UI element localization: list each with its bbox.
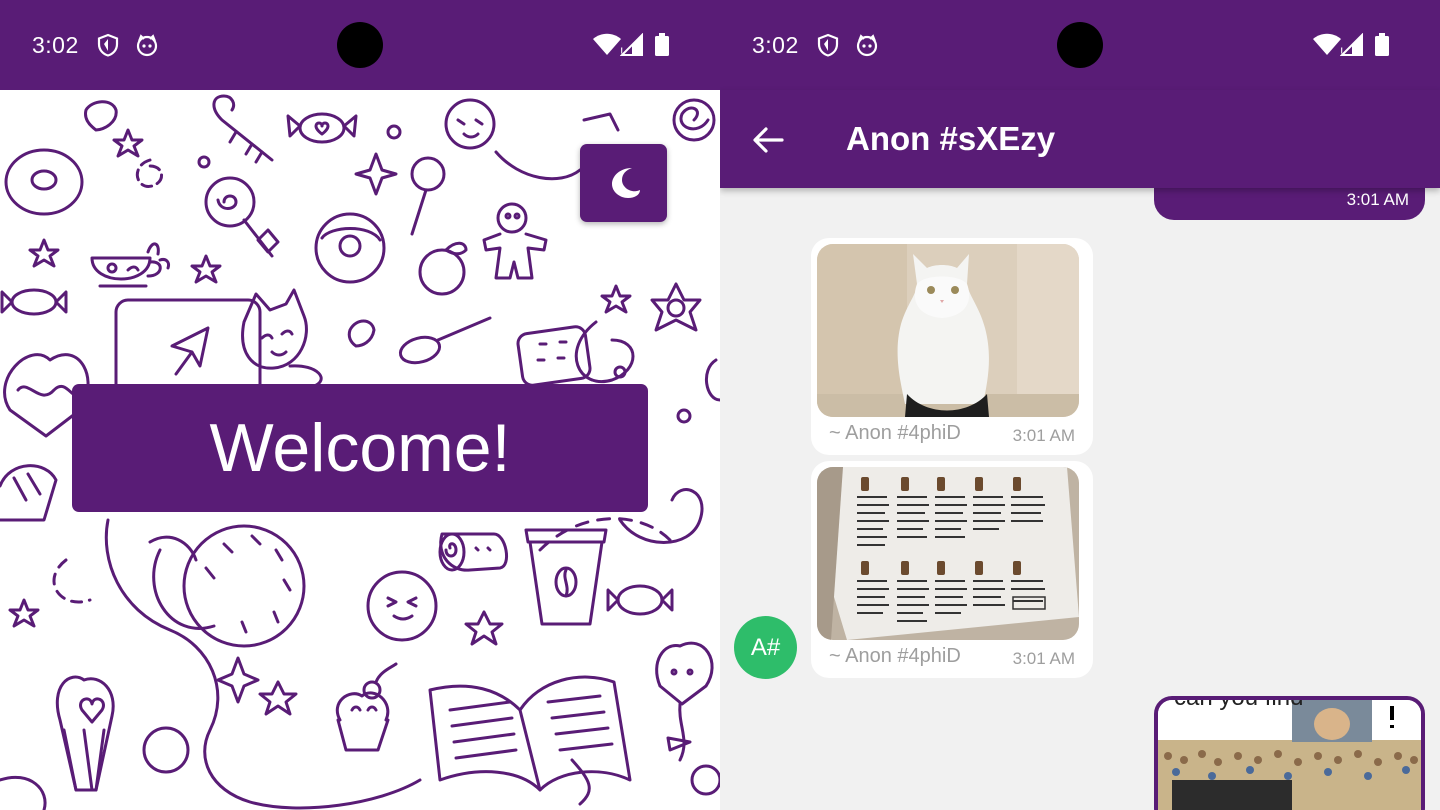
status-time: 3:02: [752, 32, 799, 58]
status-time: 3:02: [32, 32, 79, 58]
svg-text:!: !: [1340, 45, 1343, 57]
signal-icon: !: [620, 33, 643, 57]
shield-icon: [817, 33, 839, 57]
camera-cutout: [337, 22, 383, 68]
message-time: 3:01 AM: [1012, 649, 1075, 668]
meme-image[interactable]: [1158, 700, 1421, 810]
welcome-screen: 3:02 ! Welcome!: [0, 0, 720, 810]
chat-screen: 3:02 ! Anon #sXEzy 3:01 AM ~ Anon #4phiD…: [720, 0, 1440, 810]
theme-toggle-button[interactable]: [580, 144, 667, 222]
battery-icon: [655, 33, 669, 56]
cat-icon: [856, 34, 878, 57]
shield-icon: [97, 33, 119, 57]
message-time: 3:01 AM: [1012, 426, 1075, 445]
incoming-image-message[interactable]: ~ Anon #4phiD 3:01 AM: [811, 238, 1093, 455]
arrow-back-icon: [753, 127, 784, 153]
battery-icon: [1375, 33, 1389, 56]
signal-icon: !: [1340, 33, 1363, 57]
sender-name: ~ Anon #4phiD: [829, 645, 961, 667]
camera-cutout: [1057, 22, 1103, 68]
svg-text:!: !: [620, 45, 623, 57]
menu-photo[interactable]: [817, 467, 1079, 640]
back-button[interactable]: [748, 120, 788, 160]
meme-caption: can you find: [1174, 696, 1304, 711]
wifi-icon: [593, 33, 621, 55]
status-bar: 3:02 !: [0, 0, 720, 90]
wifi-icon: [1313, 33, 1341, 55]
cat-icon: [136, 34, 158, 57]
chat-app-bar: Anon #sXEzy: [720, 90, 1440, 188]
status-bar: 3:02 !: [720, 0, 1440, 90]
message-time: 3:01 AM: [1346, 190, 1409, 209]
outgoing-image-message[interactable]: can you find: [1154, 696, 1425, 810]
moon-icon: [612, 168, 640, 198]
incoming-image-message[interactable]: ~ Anon #4phiD 3:01 AM: [811, 461, 1093, 678]
cat-photo[interactable]: [817, 244, 1079, 417]
chat-title: Anon #sXEzy: [846, 120, 1056, 157]
sender-name: ~ Anon #4phiD: [829, 422, 961, 444]
sender-avatar[interactable]: A#: [734, 616, 797, 679]
welcome-banner: Welcome!: [72, 384, 648, 512]
